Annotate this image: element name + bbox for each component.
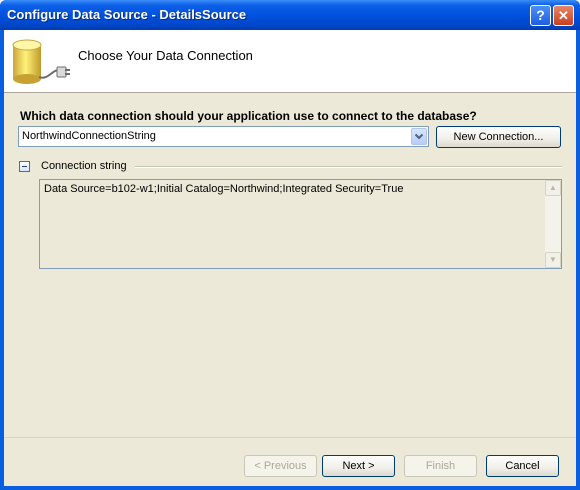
help-button[interactable]: ? [530, 5, 551, 26]
finish-button[interactable]: Finish [404, 455, 477, 477]
collapse-toggle-icon[interactable] [19, 161, 30, 172]
connection-string-label: Connection string [41, 160, 127, 172]
connection-question-label: Which data connection should your applic… [20, 109, 477, 123]
scroll-up-icon[interactable]: ▲ [545, 180, 561, 196]
chevron-down-icon[interactable] [411, 128, 427, 145]
connection-string-value: Data Source=b102-w1;Initial Catalog=Nort… [44, 183, 404, 195]
previous-button[interactable]: < Previous [244, 455, 317, 477]
close-button[interactable]: ✕ [553, 5, 574, 26]
vertical-scrollbar[interactable]: ▲ ▼ [545, 180, 561, 268]
dialog-body: Choose Your Data Connection Which data c… [4, 30, 576, 486]
connection-string-field[interactable]: Data Source=b102-w1;Initial Catalog=Nort… [39, 179, 562, 269]
connection-select-value: NorthwindConnectionString [22, 130, 156, 142]
section-divider [135, 166, 562, 168]
next-button[interactable]: Next > [322, 455, 395, 477]
connection-select[interactable]: NorthwindConnectionString [18, 126, 429, 147]
window-title: Configure Data Source - DetailsSource [7, 7, 247, 22]
dialog-window: Configure Data Source - DetailsSource ? … [0, 0, 580, 490]
database-plug-icon [12, 39, 70, 84]
wizard-header: Choose Your Data Connection [4, 30, 576, 93]
cancel-button[interactable]: Cancel [486, 455, 559, 477]
footer-divider [4, 437, 576, 438]
page-title: Choose Your Data Connection [78, 48, 253, 63]
new-connection-button[interactable]: New Connection... [436, 126, 561, 148]
scroll-down-icon[interactable]: ▼ [545, 252, 561, 268]
title-bar[interactable]: Configure Data Source - DetailsSource ? … [0, 0, 580, 30]
